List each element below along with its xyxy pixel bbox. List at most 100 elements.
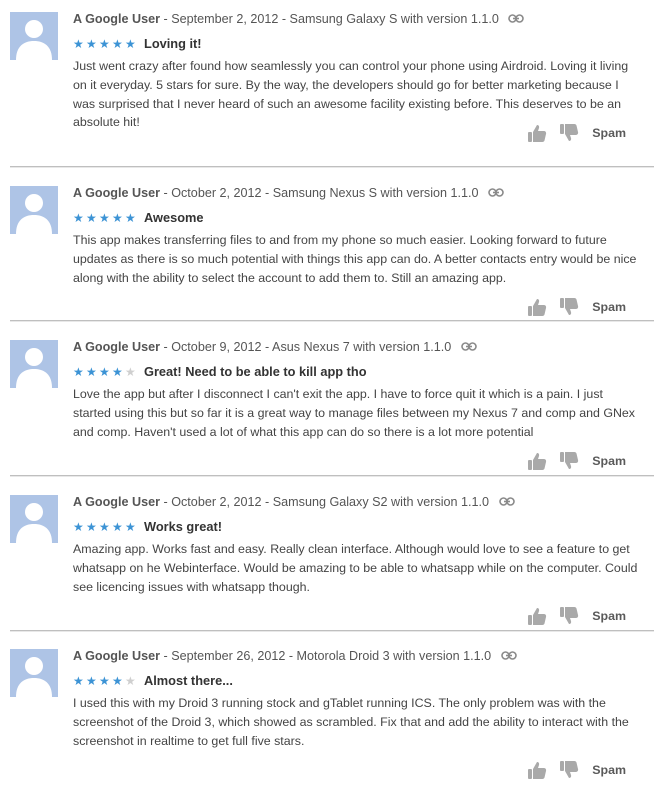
star-filled-icon: ★ (99, 37, 110, 51)
review-title: Awesome (144, 210, 204, 225)
user-avatar (10, 649, 58, 697)
review-divider (10, 475, 654, 476)
review-title: Works great! (144, 519, 222, 534)
review-list: A Google User - September 2, 2012 - Sams… (0, 0, 654, 779)
thumbs-down-icon[interactable] (558, 605, 580, 627)
star-filled-icon: ★ (125, 520, 136, 534)
link-icon[interactable] (508, 13, 525, 23)
star-filled-icon: ★ (112, 365, 123, 379)
review-date: September 26, 2012 (171, 649, 286, 663)
review-device: Samsung Galaxy S with version 1.1.0 (289, 12, 499, 26)
review-actions: Spam (526, 450, 626, 472)
meta-separator: - (160, 340, 172, 354)
star-filled-icon: ★ (86, 520, 97, 534)
rating-row: ★ ★ ★ ★ ★ Almost there... (73, 673, 233, 689)
star-empty-icon: ★ (125, 365, 136, 379)
star-rating: ★ ★ ★ ★ ★ (73, 210, 138, 226)
spam-link[interactable]: Spam (592, 609, 626, 623)
review-author: A Google User (73, 186, 161, 200)
star-filled-icon: ★ (73, 674, 84, 688)
thumbs-up-icon[interactable] (526, 296, 548, 318)
star-filled-icon: ★ (112, 211, 123, 225)
star-rating: ★ ★ ★ ★ ★ (73, 673, 138, 689)
review-meta: A Google User - September 26, 2012 - Mot… (73, 649, 517, 664)
review-meta: A Google User - October 9, 2012 - Asus N… (73, 340, 477, 355)
spam-link[interactable]: Spam (592, 454, 626, 468)
review-actions: Spam (526, 296, 626, 318)
review-body: This app makes transferring files to and… (73, 233, 637, 285)
star-filled-icon: ★ (99, 211, 110, 225)
rating-row: ★ ★ ★ ★ ★ Great! Need to be able to kill app … (73, 364, 367, 380)
star-filled-icon: ★ (73, 365, 84, 379)
review-body: Just went crazy after found how seamless… (73, 59, 629, 130)
star-filled-icon: ★ (73, 211, 84, 225)
link-icon[interactable] (498, 496, 515, 506)
thumbs-down-icon[interactable] (558, 450, 580, 472)
spam-link[interactable]: Spam (592, 763, 626, 777)
star-rating: ★ ★ ★ ★ ★ (73, 519, 138, 535)
link-icon[interactable] (500, 650, 517, 660)
star-filled-icon: ★ (99, 520, 110, 534)
star-filled-icon: ★ (112, 674, 123, 688)
rating-row: ★ ★ ★ ★ ★ Awesome (73, 210, 204, 226)
review-title: Loving it! (144, 36, 202, 51)
meta-separator: - (160, 495, 172, 509)
rating-row: ★ ★ ★ ★ ★ Loving it! (73, 36, 202, 52)
review-author: A Google User (73, 495, 161, 509)
user-avatar (10, 495, 58, 543)
review-divider (10, 166, 654, 167)
star-empty-icon: ★ (125, 674, 136, 688)
spam-link[interactable]: Spam (592, 126, 626, 140)
star-filled-icon: ★ (73, 520, 84, 534)
star-filled-icon: ★ (73, 37, 84, 51)
star-filled-icon: ★ (112, 37, 123, 51)
thumbs-down-icon[interactable] (558, 122, 580, 144)
thumbs-up-icon[interactable] (526, 450, 548, 472)
star-filled-icon: ★ (86, 674, 97, 688)
meta-separator: - (160, 12, 172, 26)
star-filled-icon: ★ (99, 365, 110, 379)
rating-row: ★ ★ ★ ★ ★ Works great! (73, 519, 222, 535)
user-avatar (10, 340, 58, 388)
review-meta: A Google User - September 2, 2012 - Sams… (73, 12, 525, 27)
review-device: Samsung Galaxy S2 with version 1.1.0 (272, 495, 490, 509)
review-meta: A Google User - October 2, 2012 - Samsun… (73, 186, 504, 201)
review-device: Samsung Nexus S with version 1.1.0 (272, 186, 479, 200)
review-item: A Google User - October 2, 2012 - Samsun… (0, 174, 654, 328)
star-filled-icon: ★ (86, 37, 97, 51)
review-divider (10, 320, 654, 321)
review-item: A Google User - October 9, 2012 - Asus N… (0, 328, 654, 482)
meta-separator: - (261, 340, 273, 354)
meta-separator: - (261, 186, 273, 200)
star-filled-icon: ★ (125, 37, 136, 51)
review-author: A Google User (73, 649, 161, 663)
user-avatar (10, 186, 58, 234)
review-title: Great! Need to be able to kill app tho (144, 364, 367, 379)
thumbs-up-icon[interactable] (526, 605, 548, 627)
review-actions: Spam (526, 122, 626, 144)
meta-separator: - (261, 495, 273, 509)
review-author: A Google User (73, 12, 161, 26)
spam-link[interactable]: Spam (592, 300, 626, 314)
star-filled-icon: ★ (86, 211, 97, 225)
star-filled-icon: ★ (112, 520, 123, 534)
review-device: Motorola Droid 3 with version 1.1.0 (296, 649, 492, 663)
link-icon[interactable] (488, 187, 504, 197)
review-date: October 2, 2012 (171, 495, 262, 509)
star-filled-icon: ★ (86, 365, 97, 379)
review-body: I used this with my Droid 3 running stoc… (73, 696, 629, 748)
review-author: A Google User (73, 340, 161, 354)
star-rating: ★ ★ ★ ★ ★ (73, 364, 138, 380)
review-item: A Google User - September 2, 2012 - Sams… (0, 0, 654, 154)
review-actions: Spam (526, 605, 626, 627)
star-filled-icon: ★ (99, 674, 110, 688)
review-title: Almost there... (144, 673, 233, 688)
review-body: Amazing app. Works fast and easy. Really… (73, 542, 638, 594)
star-rating: ★ ★ ★ ★ ★ (73, 36, 138, 52)
meta-separator: - (278, 12, 290, 26)
user-avatar (10, 12, 58, 60)
thumbs-down-icon[interactable] (558, 296, 580, 318)
thumbs-up-icon[interactable] (526, 122, 548, 144)
meta-separator: - (160, 649, 172, 663)
link-icon[interactable] (460, 341, 477, 351)
